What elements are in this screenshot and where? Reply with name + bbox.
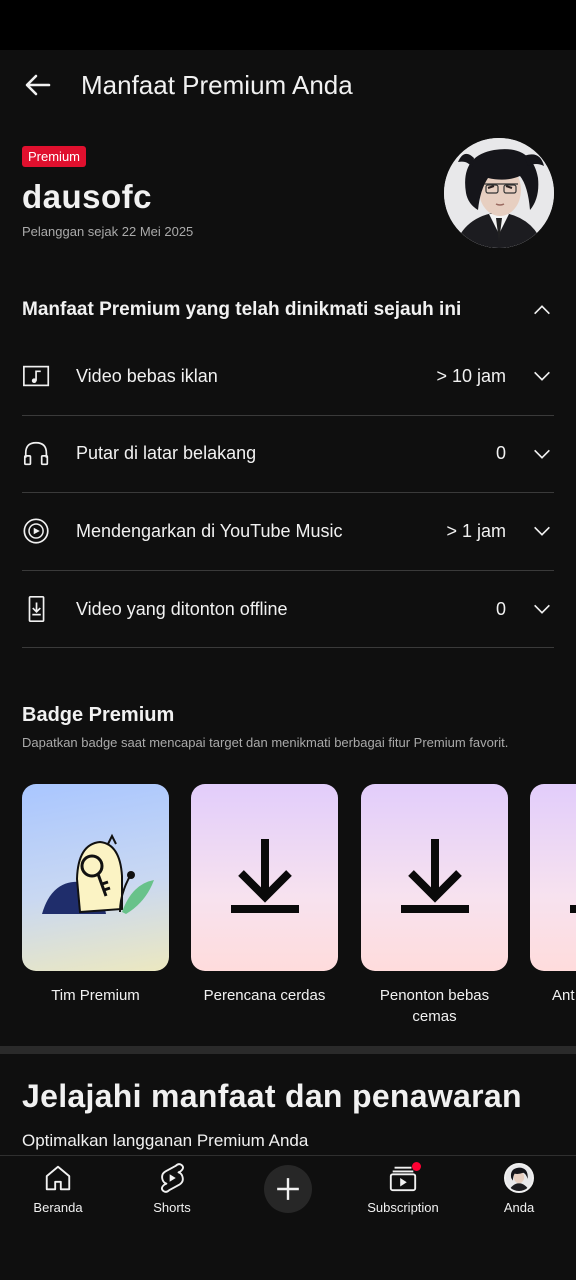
benefit-label: Video bebas iklan bbox=[76, 365, 218, 386]
subscriptions-icon bbox=[387, 1162, 421, 1194]
home-icon bbox=[42, 1162, 74, 1194]
member-since: Pelanggan sejak 22 Mei 2025 bbox=[22, 224, 194, 239]
badge-name: Tim Premium bbox=[51, 987, 140, 1004]
download-badge-icon bbox=[361, 784, 508, 971]
chevron-up-icon[interactable] bbox=[530, 298, 554, 322]
profile-section: Premium dausofc Pelanggan sejak 22 Mei 2… bbox=[22, 138, 554, 256]
benefit-label: Mendengarkan di YouTube Music bbox=[76, 520, 343, 541]
badge-name: Perencana cerdas bbox=[203, 987, 326, 1004]
status-bar bbox=[0, 0, 576, 50]
nav-home[interactable]: Beranda bbox=[8, 1162, 108, 1222]
badge-card-partial[interactable]: Ant bbox=[530, 784, 576, 1006]
benefit-row-ad-free[interactable]: Video bebas iklan > 10 jam bbox=[22, 338, 554, 416]
page-title: Manfaat Premium Anda bbox=[81, 69, 353, 100]
chevron-down-icon[interactable] bbox=[530, 442, 554, 466]
download-phone-icon bbox=[22, 593, 54, 625]
profile-avatar-icon bbox=[503, 1162, 535, 1194]
badges-title: Badge Premium bbox=[22, 704, 175, 726]
download-badge-icon bbox=[530, 784, 576, 971]
arrow-left-icon bbox=[25, 74, 51, 96]
avatar[interactable] bbox=[444, 138, 554, 248]
chevron-down-icon[interactable] bbox=[530, 597, 554, 621]
section-divider bbox=[0, 1046, 576, 1054]
benefit-list: Video bebas iklan > 10 jam Putar di lata… bbox=[22, 338, 554, 649]
nav-label: Beranda bbox=[33, 1200, 83, 1215]
youtube-music-icon bbox=[22, 515, 54, 547]
badge-name: Ant bbox=[552, 987, 575, 1004]
bottom-navigation: Beranda Shorts Subscription Anda bbox=[0, 1155, 576, 1280]
back-button[interactable] bbox=[0, 50, 76, 120]
nav-label: Anda bbox=[503, 1200, 535, 1215]
nav-you[interactable]: Anda bbox=[469, 1162, 569, 1222]
badges-subtitle: Dapatkan badge saat mencapai target dan … bbox=[22, 735, 509, 750]
notification-dot bbox=[412, 1162, 421, 1171]
explore-subtitle: Optimalkan langganan Premium Anda bbox=[22, 1131, 309, 1150]
badge-card-penonton-bebas-cemas[interactable]: Penonton bebas cemas bbox=[361, 784, 508, 1027]
username: dausofc bbox=[22, 178, 153, 215]
badge-card-tim-premium[interactable]: Tim Premium bbox=[22, 784, 169, 1006]
explore-title: Jelajahi manfaat dan penawaran bbox=[22, 1078, 522, 1114]
create-button[interactable] bbox=[264, 1165, 312, 1213]
music-note-icon bbox=[22, 360, 54, 392]
nav-subscription[interactable]: Subscription bbox=[353, 1162, 453, 1222]
benefit-row-youtube-music[interactable]: Mendengarkan di YouTube Music > 1 jam bbox=[22, 493, 554, 571]
benefit-value: > 10 jam bbox=[436, 365, 506, 386]
benefit-label: Putar di latar belakang bbox=[76, 443, 257, 464]
badge-card-perencana-cerdas[interactable]: Perencana cerdas bbox=[191, 784, 338, 1006]
premium-badges-section: Badge Premium Dapatkan badge saat mencap… bbox=[22, 704, 576, 1025]
nav-label: Shorts bbox=[153, 1200, 191, 1215]
headphones-icon bbox=[22, 438, 54, 470]
badge-carousel[interactable]: Tim Premium Perencana cerdas Penonton be… bbox=[22, 784, 576, 1034]
download-badge-icon bbox=[191, 784, 338, 971]
benefit-row-background-play[interactable]: Putar di latar belakang 0 bbox=[22, 416, 554, 494]
nav-shorts[interactable]: Shorts bbox=[122, 1162, 222, 1222]
key-badge-icon bbox=[22, 784, 169, 971]
plus-icon bbox=[277, 1178, 299, 1200]
benefit-value: 0 bbox=[495, 598, 506, 619]
benefits-header[interactable]: Manfaat Premium yang telah dinikmati sej… bbox=[22, 290, 554, 330]
benefit-value: 0 bbox=[495, 443, 506, 464]
benefit-label: Video yang ditonton offline bbox=[76, 598, 288, 619]
premium-badge: Premium bbox=[22, 146, 87, 167]
app-header: Manfaat Premium Anda bbox=[0, 50, 576, 120]
shorts-icon bbox=[156, 1162, 188, 1194]
avatar-image bbox=[444, 138, 554, 248]
benefit-row-offline[interactable]: Video yang ditonton offline 0 bbox=[22, 571, 554, 649]
nav-label: Subscription bbox=[367, 1200, 439, 1215]
badge-name: Penonton bebas cemas bbox=[379, 987, 490, 1025]
benefits-heading: Manfaat Premium yang telah dinikmati sej… bbox=[22, 299, 462, 320]
chevron-down-icon[interactable] bbox=[530, 364, 554, 388]
explore-section: Jelajahi manfaat dan penawaran Optimalka… bbox=[22, 1078, 562, 1151]
benefit-value: > 1 jam bbox=[446, 520, 506, 541]
chevron-down-icon[interactable] bbox=[530, 519, 554, 543]
